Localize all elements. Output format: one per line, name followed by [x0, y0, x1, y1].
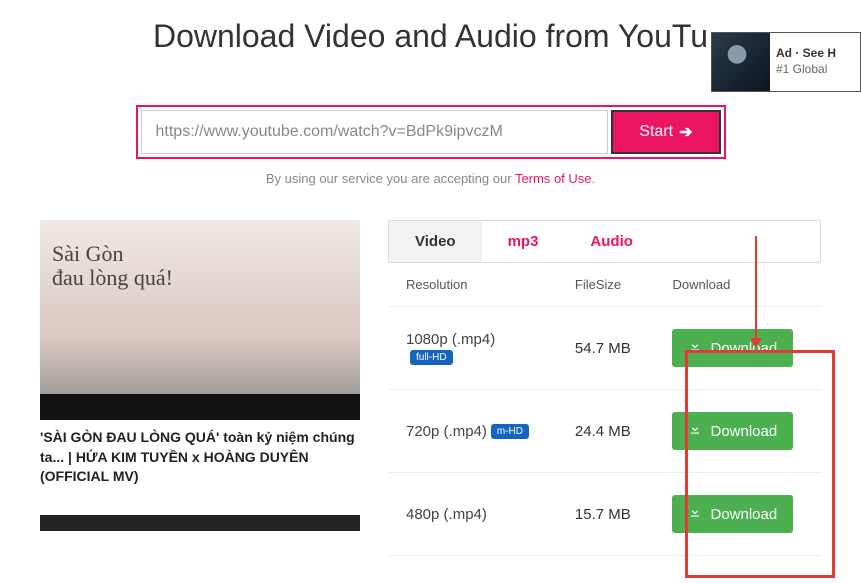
- download-button[interactable]: Download: [672, 412, 793, 450]
- next-thumbnail: [40, 515, 360, 531]
- ad-line1: Ad · See H: [776, 46, 836, 62]
- download-icon: [688, 505, 702, 523]
- resolution-value: 480p (.mp4): [406, 506, 487, 523]
- download-icon: [688, 339, 702, 357]
- resolution-cell: 480p (.mp4): [388, 473, 557, 556]
- download-label: Download: [710, 340, 777, 357]
- filesize-cell: 54.7 MB: [557, 307, 655, 390]
- ad-thumbnail: [712, 33, 770, 91]
- annotation-arrow: [755, 236, 757, 346]
- terms-line: By using our service you are accepting o…: [0, 171, 861, 186]
- download-button[interactable]: Download: [672, 329, 793, 367]
- start-label: Start: [639, 123, 673, 141]
- quality-badge: m-HD: [491, 424, 529, 439]
- search-bar: Start ➔: [136, 105, 726, 159]
- arrow-right-icon: ➔: [679, 122, 692, 142]
- ad-line2: #1 Global: [776, 62, 836, 78]
- terms-suffix: .: [592, 171, 596, 186]
- url-input[interactable]: [141, 110, 609, 154]
- start-button[interactable]: Start ➔: [611, 110, 720, 154]
- video-thumbnail[interactable]: Sài Gòn đau lòng quá!: [40, 220, 360, 420]
- terms-prefix: By using our service you are accepting o…: [266, 171, 515, 186]
- quality-badge: full-HD: [410, 350, 453, 365]
- video-preview-column: Sài Gòn đau lòng quá! 'SÀI GÒN ĐAU LÒNG …: [40, 220, 360, 556]
- video-title: 'SÀI GÒN ĐAU LÒNG QUÁ' toàn kỷ niệm chún…: [40, 428, 360, 487]
- tab-video[interactable]: Video: [389, 221, 482, 262]
- download-cell: Download: [654, 390, 821, 473]
- col-download: Download: [654, 263, 821, 307]
- download-label: Download: [710, 506, 777, 523]
- download-icon: [688, 422, 702, 440]
- filesize-cell: 15.7 MB: [557, 473, 655, 556]
- resolution-value: 1080p (.mp4): [406, 331, 495, 348]
- thumbnail-overlay-text: Sài Gòn đau lòng quá!: [52, 242, 173, 290]
- col-filesize: FileSize: [557, 263, 655, 307]
- tab-audio[interactable]: Audio: [564, 221, 659, 262]
- table-row: 720p (.mp4) m-HD 24.4 MB Download: [388, 390, 821, 473]
- download-cell: Download: [654, 307, 821, 390]
- ad-text: Ad · See H #1 Global: [770, 46, 836, 77]
- download-cell: Download: [654, 473, 821, 556]
- filesize-cell: 24.4 MB: [557, 390, 655, 473]
- terms-link[interactable]: Terms of Use: [515, 171, 592, 186]
- resolution-cell: 1080p (.mp4) full-HD: [388, 307, 557, 390]
- download-button[interactable]: Download: [672, 495, 793, 533]
- resolution-cell: 720p (.mp4) m-HD: [388, 390, 557, 473]
- resolution-value: 720p (.mp4): [406, 423, 487, 440]
- tab-mp3[interactable]: mp3: [482, 221, 565, 262]
- col-resolution: Resolution: [388, 263, 557, 307]
- table-row: 480p (.mp4) 15.7 MB Download: [388, 473, 821, 556]
- download-label: Download: [710, 423, 777, 440]
- ad-banner[interactable]: Ad · See H #1 Global: [711, 32, 861, 92]
